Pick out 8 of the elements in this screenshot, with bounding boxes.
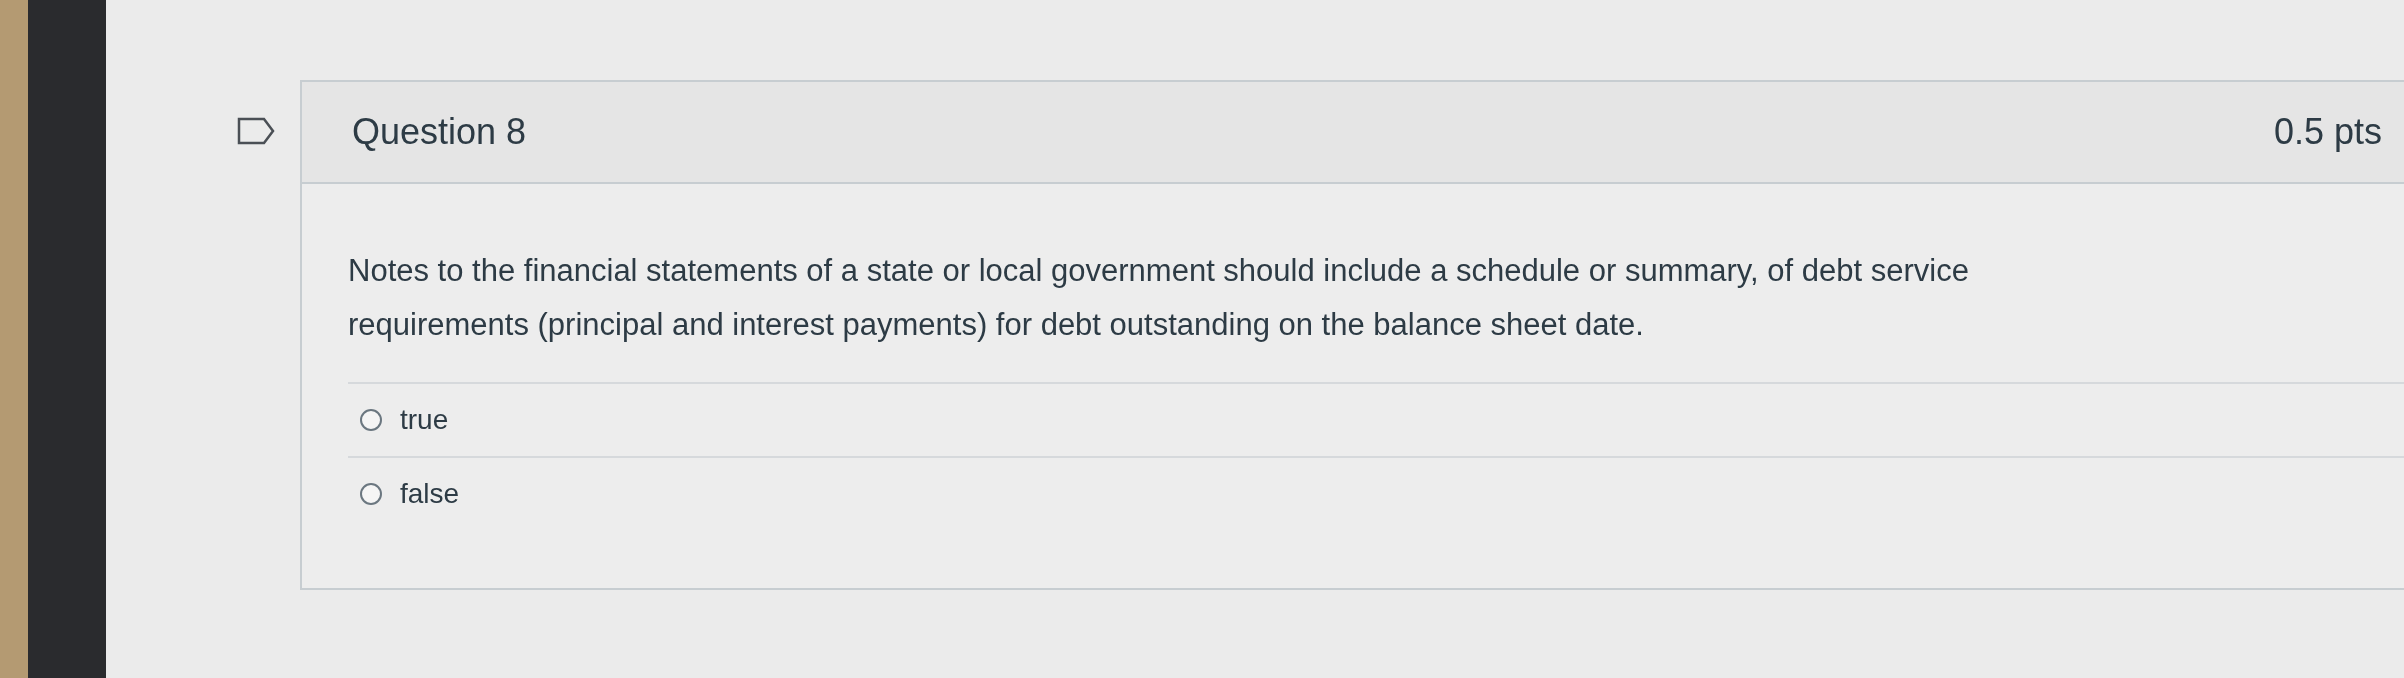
flag-icon[interactable] — [236, 116, 276, 146]
question-text: Notes to the financial statements of a state or local government should include a schedule or summary, of debt service requirements (principal and interest payments) for debt outstanding on the balance sheet date. — [348, 252, 1970, 344]
answer-label[interactable]: false — [400, 478, 460, 510]
radio-button[interactable] — [360, 483, 382, 505]
radio-button[interactable] — [360, 409, 382, 431]
question-title: Question 8 — [352, 111, 527, 153]
answer-label[interactable]: true — [400, 404, 449, 436]
points-label: 0.5 pts — [2273, 111, 2382, 153]
